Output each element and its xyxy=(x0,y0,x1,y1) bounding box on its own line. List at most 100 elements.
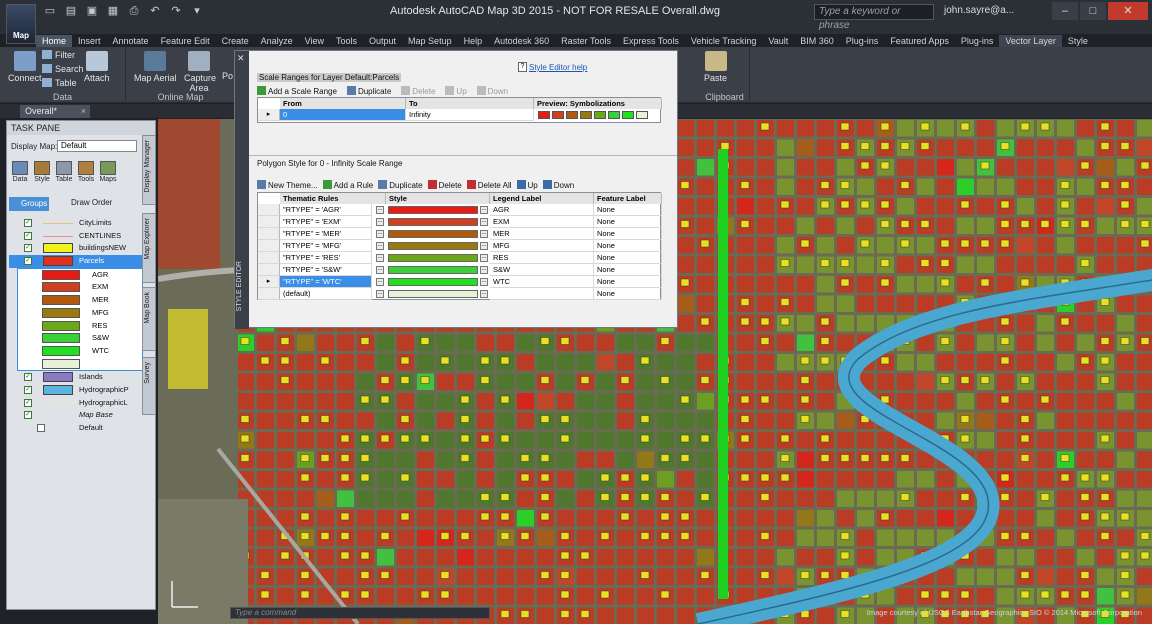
attach-button[interactable]: Attach xyxy=(84,51,110,83)
layer-row[interactable]: ✓ Islands xyxy=(9,371,153,384)
app-menu-button[interactable]: Map xyxy=(6,4,36,44)
user-account[interactable]: john.sayre@a... xyxy=(944,5,1014,16)
layer-row[interactable]: ✓ Parcels xyxy=(9,255,153,268)
ribbon-tab-style[interactable]: Style xyxy=(1062,35,1094,47)
rule-expression-button[interactable]: ... xyxy=(376,206,384,214)
close-icon[interactable]: × xyxy=(81,105,86,118)
connect-button[interactable]: Connect xyxy=(8,51,42,83)
map-aerial-button[interactable]: Map Aerial xyxy=(134,51,177,83)
legend-label-cell[interactable]: AGR xyxy=(490,204,594,216)
layer-visibility-checkbox[interactable]: ✓ xyxy=(24,219,32,227)
rule-delete-button[interactable]: Delete xyxy=(427,180,462,190)
ribbon-tab-vehicle-tracking[interactable]: Vehicle Tracking xyxy=(685,35,763,47)
layer-visibility-checkbox[interactable]: ✓ xyxy=(24,385,32,394)
thematic-rule-cell[interactable]: "RTYPE" = 'AGR' xyxy=(280,204,372,216)
doc-tab-overall[interactable]: Overall* × xyxy=(20,105,90,118)
legend-label-cell[interactable]: EXM xyxy=(490,216,594,228)
scale-down-button[interactable]: Down xyxy=(476,86,508,96)
capture-area-button[interactable]: Capture Area xyxy=(184,51,216,93)
layer-row[interactable]: ✓ CENTLINES xyxy=(9,230,153,243)
layer-visibility-checkbox[interactable]: ✓ xyxy=(24,257,32,266)
legend-label-cell[interactable]: MER xyxy=(490,228,594,240)
scale-to-cell[interactable]: Infinity xyxy=(406,109,534,121)
style-color-bar[interactable] xyxy=(388,254,478,262)
feature-label-cell[interactable]: None xyxy=(594,252,662,264)
groups-button[interactable]: Groups xyxy=(9,197,49,211)
help-search-input[interactable]: Type a keyword or phrase xyxy=(814,4,934,31)
ribbon-tab-analyze[interactable]: Analyze xyxy=(255,35,299,47)
scale-add-a-scale-range-button[interactable]: Add a Scale Range xyxy=(257,86,337,96)
tool-table[interactable]: Table xyxy=(55,161,73,183)
search-button[interactable]: Search xyxy=(42,64,84,74)
side-tab-survey[interactable]: Survey xyxy=(142,357,156,415)
legend-label-cell[interactable]: WTC xyxy=(490,276,594,288)
ribbon-tab-plug-ins[interactable]: Plug-ins xyxy=(840,35,885,47)
style-edit-button[interactable]: ... xyxy=(480,218,488,226)
ribbon-tab-output[interactable]: Output xyxy=(363,35,402,47)
thematic-rule-cell[interactable]: "RTYPE" = 'EXM' xyxy=(280,216,372,228)
feature-label-cell[interactable]: None xyxy=(594,216,662,228)
style-color-bar[interactable] xyxy=(388,242,478,250)
undo-icon[interactable]: ↶ xyxy=(147,4,163,18)
rule-expression-button[interactable]: ... xyxy=(376,230,384,238)
scale-from-cell[interactable]: 0 xyxy=(280,109,406,121)
table-button[interactable]: Table xyxy=(42,78,77,88)
style-edit-button[interactable]: ... xyxy=(480,278,488,286)
save-icon[interactable]: ▣ xyxy=(84,4,100,18)
plot-icon[interactable]: ⎙ xyxy=(126,4,142,18)
style-color-bar[interactable] xyxy=(388,278,478,286)
close-button[interactable]: ✕ xyxy=(1108,2,1148,20)
rule-duplicate-button[interactable]: Duplicate xyxy=(378,180,423,190)
feature-label-cell[interactable]: None xyxy=(594,228,662,240)
style-edit-button[interactable]: ... xyxy=(480,242,488,250)
default-checkbox[interactable] xyxy=(37,424,45,432)
workspace-dropdown-icon[interactable]: ▾ xyxy=(189,4,205,18)
legend-label-cell[interactable]: MFG xyxy=(490,240,594,252)
save-as-icon[interactable]: ▦ xyxy=(105,4,121,18)
legend-label-cell[interactable] xyxy=(490,288,594,300)
layer-visibility-checkbox[interactable]: ✓ xyxy=(24,244,32,253)
side-tab-display-manager[interactable]: Display Manager xyxy=(142,135,156,205)
rule-delete-all-button[interactable]: Delete All xyxy=(466,180,512,190)
draw-order-button[interactable]: Draw Order xyxy=(59,198,112,207)
ribbon-tab-help[interactable]: Help xyxy=(458,35,489,47)
style-editor-help-link[interactable]: Style Editor help xyxy=(529,63,587,72)
ribbon-tab-raster-tools[interactable]: Raster Tools xyxy=(555,35,617,47)
minimize-button[interactable]: – xyxy=(1052,2,1078,20)
rule-expression-button[interactable]: ... xyxy=(376,266,384,274)
style-color-bar[interactable] xyxy=(388,230,478,238)
layer-row[interactable]: ✓ CityLimits xyxy=(9,217,153,230)
ribbon-tab-plug-ins[interactable]: Plug-ins xyxy=(955,35,1000,47)
style-color-bar[interactable] xyxy=(388,206,478,214)
style-edit-button[interactable]: ... xyxy=(480,230,488,238)
ribbon-tab-autodesk-360[interactable]: Autodesk 360 xyxy=(488,35,555,47)
rule-expression-button[interactable]: ... xyxy=(376,254,384,262)
thematic-rule-cell[interactable]: "RTYPE" = 'WTC' xyxy=(280,276,372,288)
style-color-bar[interactable] xyxy=(388,290,478,298)
thematic-rule-cell[interactable]: "RTYPE" = 'S&W' xyxy=(280,264,372,276)
ribbon-tab-annotate[interactable]: Annotate xyxy=(107,35,155,47)
ribbon-tab-insert[interactable]: Insert xyxy=(72,35,107,47)
ribbon-tab-express-tools[interactable]: Express Tools xyxy=(617,35,685,47)
style-color-bar[interactable] xyxy=(388,218,478,226)
side-tab-map-book[interactable]: Map Book xyxy=(142,287,156,351)
tool-tools[interactable]: Tools xyxy=(77,161,95,183)
ribbon-tab-feature-edit[interactable]: Feature Edit xyxy=(155,35,216,47)
tool-maps[interactable]: Maps xyxy=(99,161,117,183)
filter-button[interactable]: Filter xyxy=(42,50,75,60)
feature-label-cell[interactable]: None xyxy=(594,288,662,300)
layer-row[interactable]: ✓ HydrographicP xyxy=(9,384,153,397)
ribbon-tab-bim-360[interactable]: BIM 360 xyxy=(794,35,840,47)
new-file-icon[interactable]: ▭ xyxy=(42,4,58,18)
scale-duplicate-button[interactable]: Duplicate xyxy=(346,86,391,96)
thematic-rule-cell[interactable]: (default) xyxy=(280,288,372,300)
redo-icon[interactable]: ↷ xyxy=(168,4,184,18)
thematic-rule-cell[interactable]: "RTYPE" = 'RES' xyxy=(280,252,372,264)
po-button[interactable]: Po xyxy=(222,71,233,81)
feature-label-cell[interactable]: None xyxy=(594,276,662,288)
feature-label-cell[interactable]: None xyxy=(594,204,662,216)
ribbon-tab-vector-layer[interactable]: Vector Layer xyxy=(999,35,1062,47)
scale-delete-button[interactable]: Delete xyxy=(401,86,435,96)
ribbon-tab-create[interactable]: Create xyxy=(216,35,255,47)
legend-label-cell[interactable]: RES xyxy=(490,252,594,264)
